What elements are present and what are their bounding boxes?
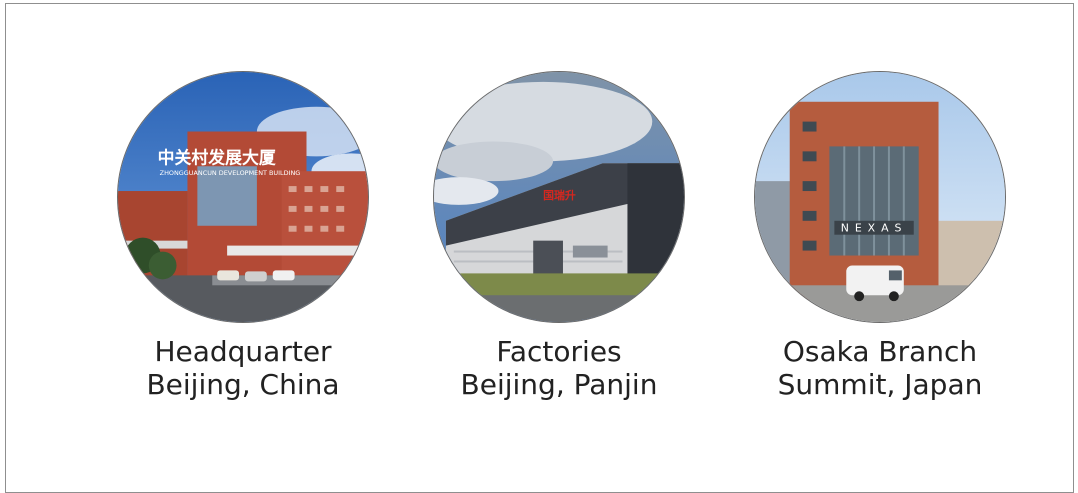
osaka-photo: NEXAS [754, 71, 1006, 323]
slide-frame: 中关村发展大厦 ZHONGGUANCUN DEVELOPMENT BUILDIN… [5, 3, 1074, 493]
branch-sign: NEXAS [841, 222, 908, 235]
headquarter-sign-cn: 中关村发展大厦 [158, 147, 276, 167]
location-card-headquarter: 中关村发展大厦 ZHONGGUANCUN DEVELOPMENT BUILDIN… [113, 71, 373, 401]
headquarter-sign-en: ZHONGGUANCUN DEVELOPMENT BUILDING [160, 169, 301, 177]
location-subtitle: Summit, Japan [777, 368, 983, 401]
factories-caption: Factories Beijing, Panjin [429, 335, 689, 401]
location-title: Osaka Branch [782, 335, 978, 368]
location-subtitle: Beijing, China [146, 368, 340, 401]
factory-sign: 国瑞升 [543, 188, 576, 202]
location-title: Headquarter [154, 335, 332, 368]
factories-photo: 国瑞升 [433, 71, 685, 323]
location-card-osaka: NEXAS Osaka Branch Summit, Japan [750, 71, 1010, 401]
headquarter-photo: 中关村发展大厦 ZHONGGUANCUN DEVELOPMENT BUILDIN… [117, 71, 369, 323]
location-subtitle: Beijing, Panjin [460, 368, 658, 401]
location-title: Factories [496, 335, 622, 368]
osaka-caption: Osaka Branch Summit, Japan [750, 335, 1010, 401]
headquarter-caption: Headquarter Beijing, China [113, 335, 373, 401]
location-card-factories: 国瑞升 Factories Beijing, Panjin [429, 71, 689, 401]
